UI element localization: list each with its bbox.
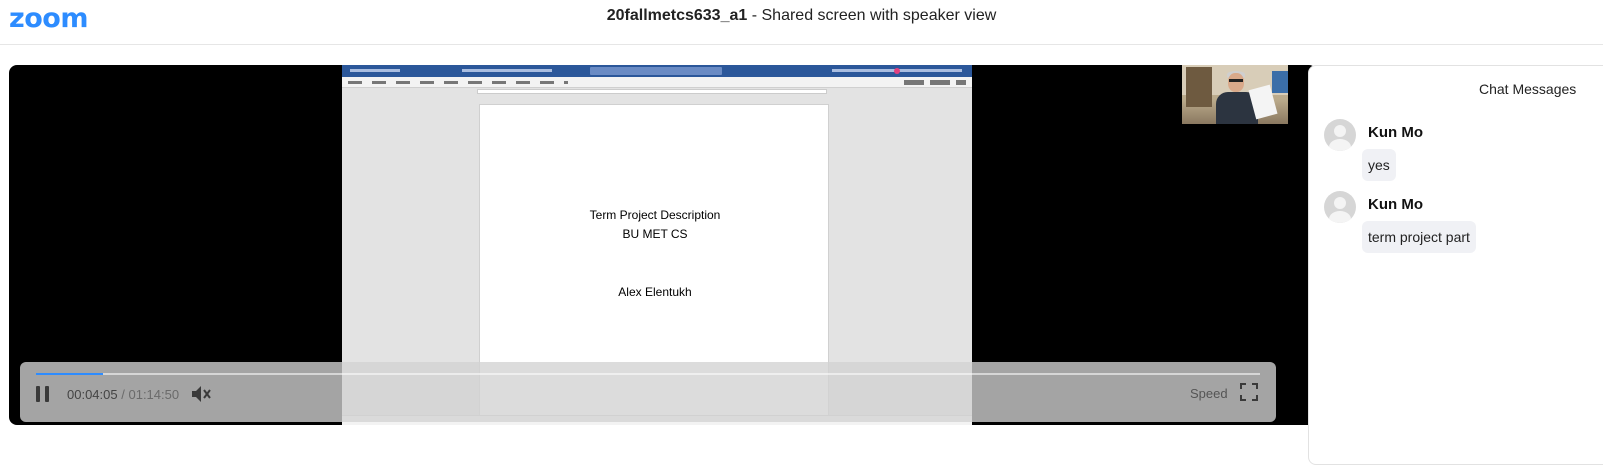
duration: 01:14:50 — [128, 387, 180, 402]
speaker-video-thumbnail — [1182, 65, 1288, 124]
message-text: term project part — [1362, 221, 1476, 253]
word-share-comments — [904, 80, 966, 85]
chat-panel: Chat Messages Kun Mo yes Kun Mo term pro… — [1308, 65, 1603, 465]
avatar-body — [1329, 139, 1351, 151]
thumb-monitor — [1272, 71, 1288, 93]
word-user-avatar — [894, 68, 900, 74]
speaker-muted-icon — [192, 386, 211, 402]
mute-button[interactable] — [190, 384, 212, 404]
top-header: zoom 20fallmetcs633_a1 - Shared screen w… — [0, 0, 1603, 45]
avatar-body — [1329, 211, 1351, 223]
title-separator: - — [747, 7, 762, 24]
fullscreen-button[interactable] — [1240, 383, 1258, 401]
avatar — [1324, 191, 1356, 223]
word-search-box — [590, 67, 722, 75]
thumb-shelf — [1186, 67, 1212, 107]
avatar-head — [1334, 197, 1346, 209]
pause-icon-bar-right — [45, 386, 49, 402]
fullscreen-icon — [1240, 383, 1258, 401]
time-display: 00:04:05 / 01:14:50 — [67, 387, 179, 402]
time-separator: / — [121, 387, 125, 402]
doc-author: Alex Elentukh — [618, 285, 692, 299]
word-ribbon-tabs — [348, 81, 568, 84]
view-mode-label: Shared screen with speaker view — [761, 7, 997, 24]
speaker-head — [1228, 73, 1244, 92]
progress-bar[interactable] — [36, 373, 1260, 375]
video-player[interactable]: Term Project Description BU MET CS Alex … — [9, 65, 1317, 425]
avatar — [1324, 119, 1356, 151]
word-title-bar — [342, 65, 972, 77]
doc-subtitle: BU MET CS — [622, 227, 688, 241]
word-ribbon — [342, 77, 972, 88]
word-ruler — [477, 89, 827, 94]
recording-name: 20fallmetcs633_a1 — [606, 7, 748, 24]
message-text: yes — [1362, 149, 1396, 181]
playback-controls: 00:04:05 / 01:14:50 Speed — [20, 362, 1276, 422]
speed-button[interactable]: Speed — [1190, 386, 1228, 401]
speaker-glasses — [1229, 79, 1243, 82]
word-doc-name — [462, 69, 552, 72]
chat-title: Chat Messages — [1479, 81, 1577, 97]
word-quick-access — [350, 69, 400, 72]
message-author: Kun Mo — [1368, 124, 1423, 141]
pause-icon-bar-left — [36, 386, 40, 402]
doc-title: Term Project Description — [589, 208, 721, 222]
message-author: Kun Mo — [1368, 196, 1423, 213]
progress-fill — [36, 373, 103, 375]
page-title: 20fallmetcs633_a1 - Shared screen with s… — [0, 7, 1603, 25]
pause-button[interactable] — [36, 386, 50, 402]
avatar-head — [1334, 125, 1346, 137]
current-time: 00:04:05 — [67, 387, 118, 402]
